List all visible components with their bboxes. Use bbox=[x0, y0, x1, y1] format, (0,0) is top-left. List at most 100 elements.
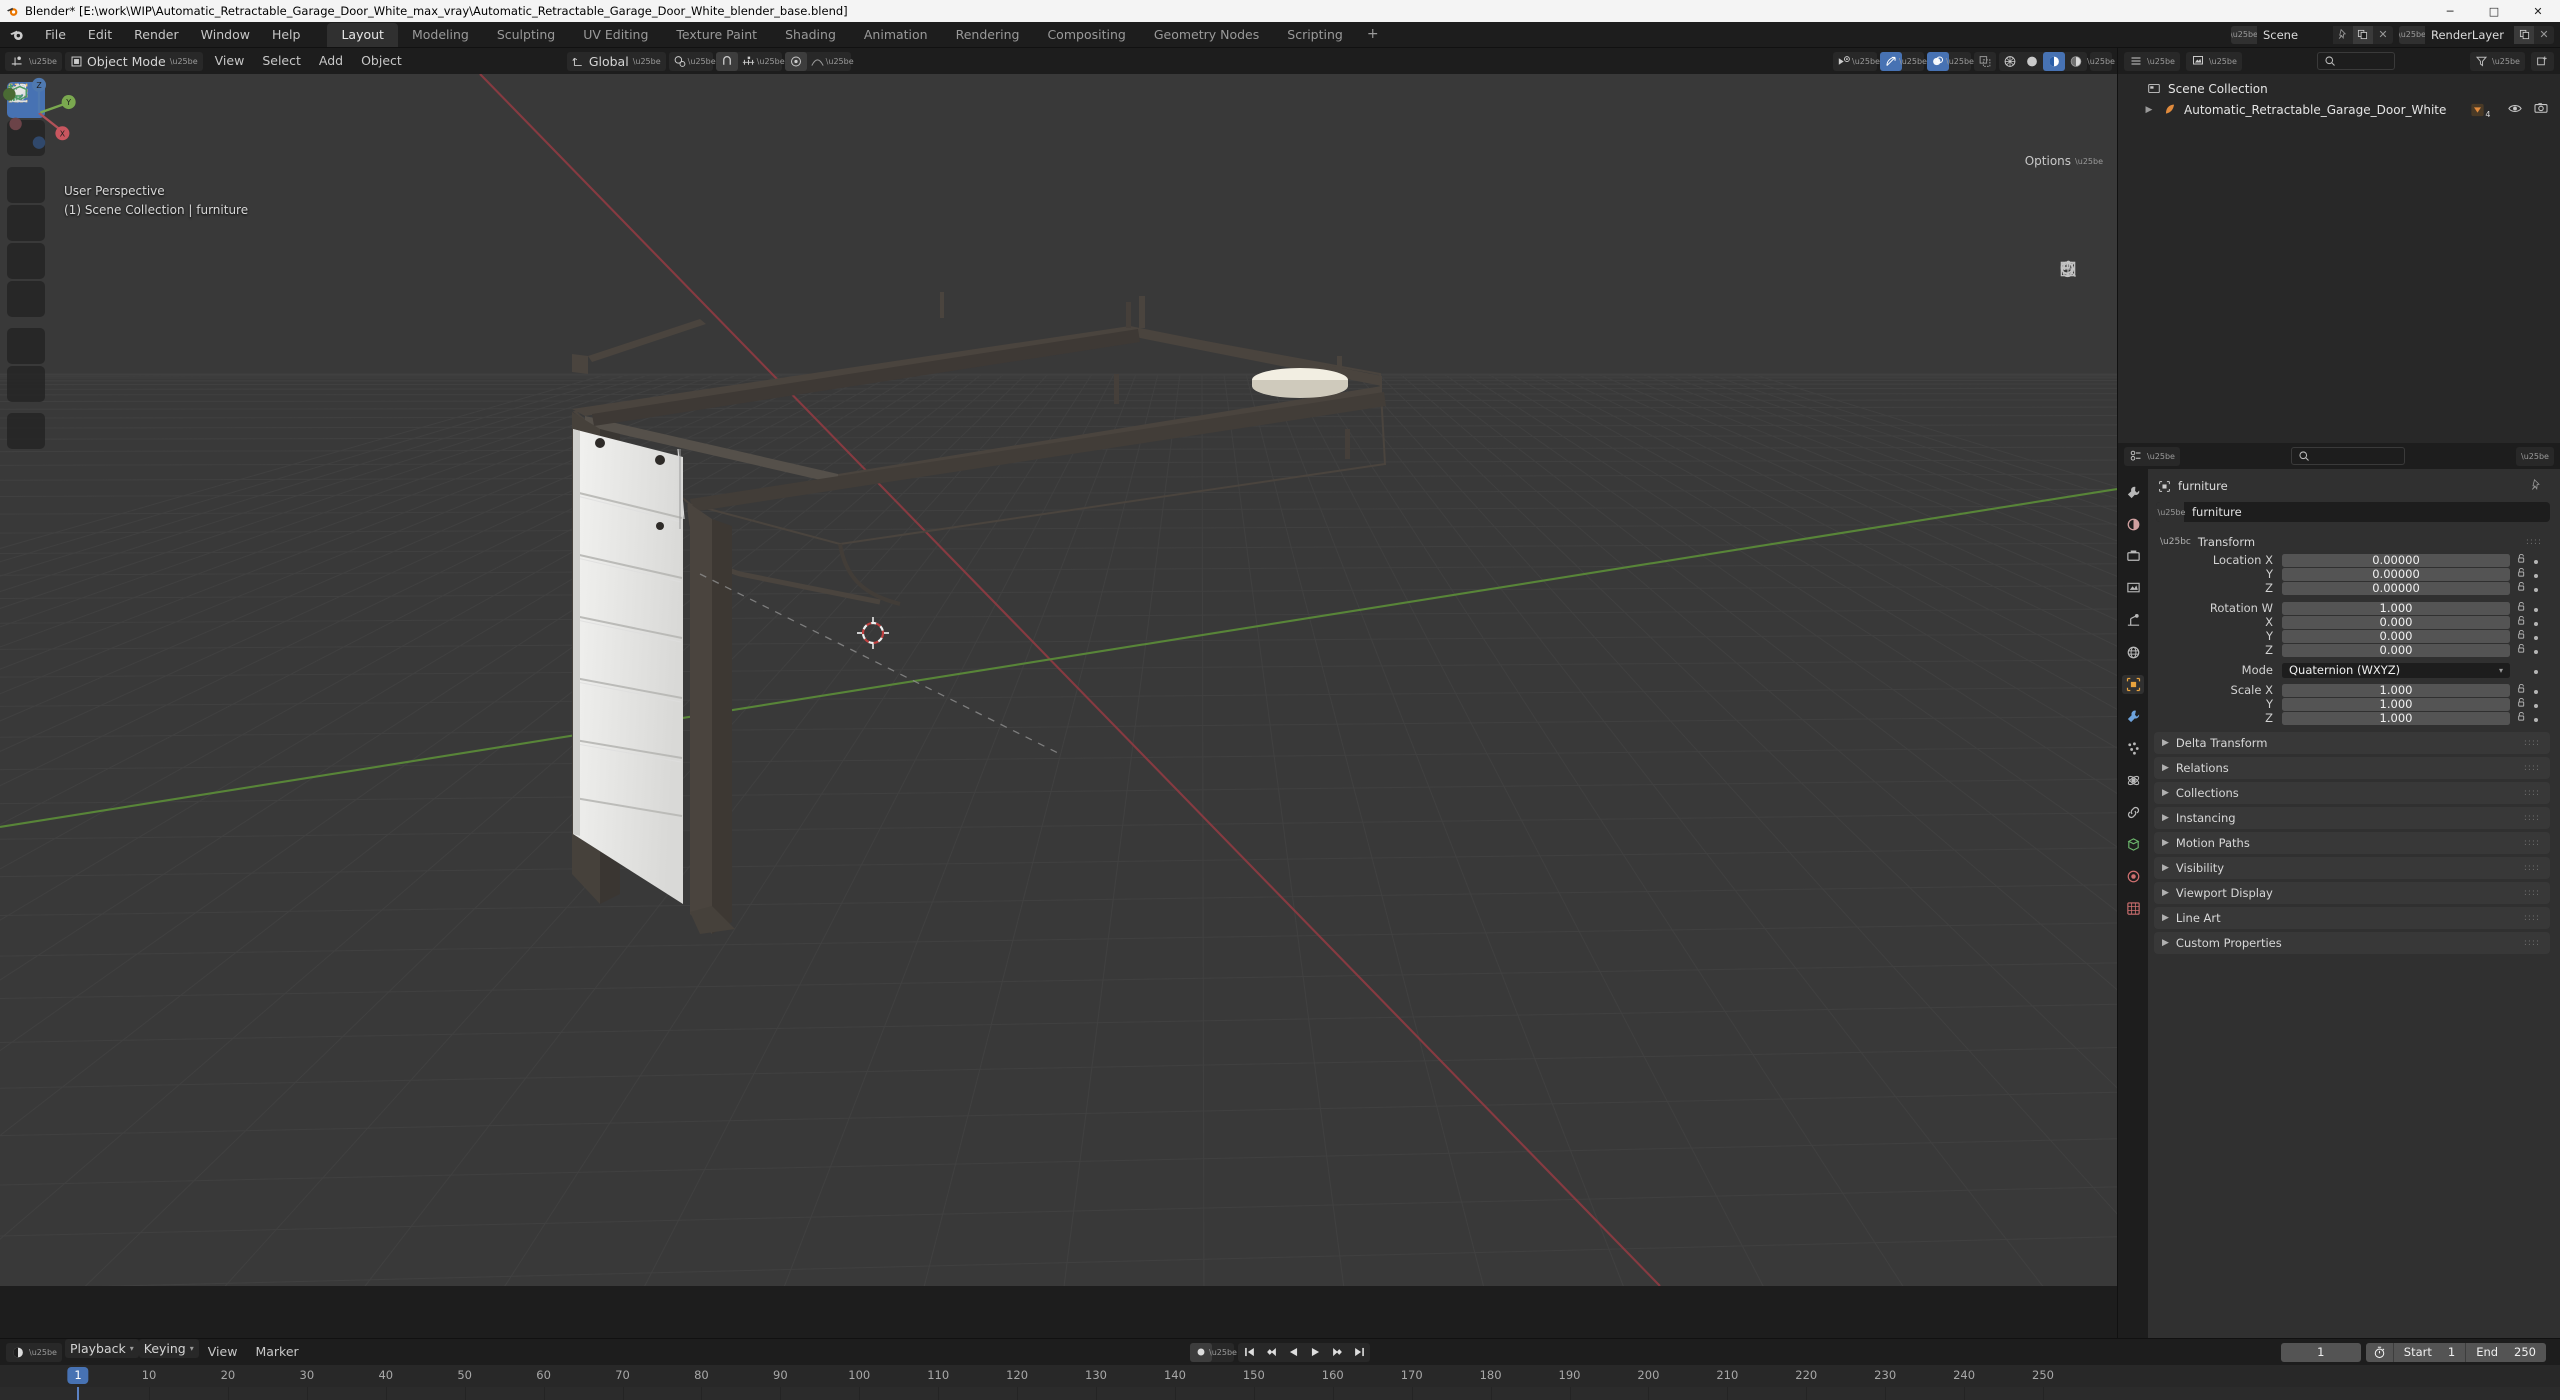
animate-property-icon[interactable] bbox=[2534, 601, 2538, 615]
pin-id-icon[interactable] bbox=[2530, 478, 2542, 494]
workspace-tab-sculpting[interactable]: Sculpting bbox=[483, 23, 569, 47]
timeline-ruler[interactable]: 10 20 30 40 50 60 70 80 90 100 110 120 130 140 150 160 1… bbox=[0, 1365, 2560, 1387]
viewport-options-popover[interactable]: Options \u25be bbox=[2025, 154, 2103, 168]
navigation-gizmo[interactable]: Z Y X bbox=[0, 74, 78, 152]
menu-edit[interactable]: Edit bbox=[77, 22, 123, 48]
snap-group[interactable]: \u25be bbox=[715, 51, 785, 71]
play-reverse-icon[interactable] bbox=[1282, 1343, 1304, 1362]
animate-property-icon[interactable] bbox=[2534, 581, 2538, 595]
panel-header-motion-paths[interactable]: ▶ Motion Paths:::: bbox=[2154, 831, 2550, 854]
world-tab[interactable] bbox=[2122, 643, 2144, 662]
animate-property-icon[interactable] bbox=[2534, 711, 2538, 725]
timeline-menu-playback[interactable]: Playback ▾ bbox=[64, 1339, 139, 1358]
lock-icon[interactable] bbox=[2516, 567, 2527, 581]
menu-file[interactable]: File bbox=[34, 22, 77, 48]
lock-icon[interactable] bbox=[2516, 683, 2527, 697]
scene-name[interactable]: Scene bbox=[2256, 25, 2333, 44]
editor-type-selector[interactable]: \u25be bbox=[5, 51, 62, 71]
view-layer-name[interactable]: RenderLayer bbox=[2424, 25, 2514, 44]
measure-tool[interactable] bbox=[7, 84, 45, 402]
start-frame-field[interactable]: Start 1 bbox=[2394, 1343, 2465, 1362]
transform-panel-header[interactable]: \u25bc Transform :::: bbox=[2152, 531, 2552, 553]
proportional-edit-icon[interactable] bbox=[784, 51, 807, 71]
outliner-search-input[interactable] bbox=[2317, 52, 2395, 70]
transform-tool[interactable] bbox=[7, 84, 45, 317]
constraints-tab[interactable] bbox=[2122, 803, 2144, 822]
jump-to-end-icon[interactable] bbox=[1348, 1343, 1370, 1362]
output-tab[interactable] bbox=[2122, 547, 2144, 566]
properties-search-input[interactable] bbox=[2291, 447, 2405, 465]
end-frame-field[interactable]: End 250 bbox=[2466, 1343, 2546, 1362]
lock-icon[interactable] bbox=[2516, 615, 2527, 629]
keying-chevron-icon[interactable]: \u25be bbox=[1209, 1343, 1237, 1362]
workspace-tab-animation[interactable]: Animation bbox=[850, 23, 942, 47]
scale-tool[interactable] bbox=[7, 84, 45, 279]
shading-mode-rendered[interactable] bbox=[2065, 52, 2087, 71]
render-tab[interactable] bbox=[2122, 515, 2144, 534]
viewport-menu-add[interactable]: Add bbox=[310, 48, 352, 74]
playhead-frame-label[interactable]: 1 bbox=[67, 1367, 89, 1384]
pivot-chevron-icon[interactable]: \u25be bbox=[688, 52, 716, 71]
menu-render[interactable]: Render bbox=[123, 22, 190, 48]
playback-buttons[interactable] bbox=[1238, 1342, 1370, 1362]
panel-header-viewport-display[interactable]: ▶ Viewport Display:::: bbox=[2154, 881, 2550, 904]
transform-value-field[interactable]: 1.000 bbox=[2282, 711, 2510, 725]
transform-value-field[interactable]: 0.000 bbox=[2282, 643, 2510, 657]
animate-property-icon[interactable] bbox=[2534, 683, 2538, 697]
object-data-tab[interactable] bbox=[2122, 835, 2144, 854]
3d-viewport[interactable]: User Perspective (1) Scene Collection | … bbox=[0, 74, 2117, 1286]
viewport-menu-select[interactable]: Select bbox=[253, 48, 310, 74]
viewport-menu-object[interactable]: Object bbox=[352, 48, 411, 74]
properties-options-button[interactable]: \u25be bbox=[2516, 446, 2554, 466]
lock-icon[interactable] bbox=[2516, 711, 2527, 725]
frame-range-fields[interactable]: Start 1 End 250 bbox=[2365, 1342, 2546, 1362]
transform-value-field[interactable]: 0.000 bbox=[2282, 629, 2510, 643]
panel-header-line-art[interactable]: ▶ Line Art:::: bbox=[2154, 906, 2550, 929]
visibility-group[interactable]: \u25be bbox=[1833, 51, 1880, 71]
workspace-tab-modeling[interactable]: Modeling bbox=[398, 23, 483, 47]
playhead[interactable] bbox=[77, 1387, 79, 1400]
workspace-tab-texture-paint[interactable]: Texture Paint bbox=[662, 23, 771, 47]
panel-header-delta-transform[interactable]: ▶ Delta Transform:::: bbox=[2154, 731, 2550, 754]
falloff-chevron-icon[interactable]: \u25be bbox=[826, 52, 854, 71]
particles-tab[interactable] bbox=[2122, 739, 2144, 758]
auto-keying-icon[interactable] bbox=[2366, 1343, 2393, 1362]
minimize-button[interactable]: ─ bbox=[2428, 0, 2472, 22]
jump-to-start-icon[interactable] bbox=[1238, 1343, 1260, 1362]
panel-header-custom-properties[interactable]: ▶ Custom Properties:::: bbox=[2154, 931, 2550, 954]
transform-value-field[interactable]: 0.00000 bbox=[2282, 581, 2510, 595]
workspace-tab-uv-editing[interactable]: UV Editing bbox=[569, 23, 662, 47]
tool-tab[interactable] bbox=[2122, 483, 2144, 502]
outliner-tree[interactable]: Scene Collection ▶ Automatic_Retractable_G… bbox=[2118, 74, 2560, 443]
camera-icon[interactable] bbox=[2058, 261, 2084, 359]
animate-property-icon[interactable] bbox=[2534, 615, 2538, 629]
view-layer-tab[interactable] bbox=[2122, 579, 2144, 598]
animate-property-icon[interactable] bbox=[2534, 697, 2538, 711]
animate-property-icon[interactable] bbox=[2534, 553, 2538, 567]
mesh-data-icon[interactable]: 4 bbox=[2470, 103, 2490, 119]
eye-icon[interactable] bbox=[2508, 103, 2522, 117]
unlink-scene-button[interactable]: ✕ bbox=[2373, 26, 2393, 44]
pin-icon[interactable] bbox=[2333, 26, 2353, 44]
animate-property-icon[interactable] bbox=[2534, 663, 2538, 677]
workspace-tab-scripting[interactable]: Scripting bbox=[1273, 23, 1357, 47]
workspace-tab-layout[interactable]: Layout bbox=[327, 23, 398, 47]
panel-header-relations[interactable]: ▶ Relations:::: bbox=[2154, 756, 2550, 779]
lock-icon[interactable] bbox=[2516, 643, 2527, 657]
close-button[interactable]: ✕ bbox=[2516, 0, 2560, 22]
shading-mode-group[interactable] bbox=[1999, 51, 2087, 71]
object-tab[interactable] bbox=[2122, 675, 2144, 694]
panel-header-instancing[interactable]: ▶ Instancing:::: bbox=[2154, 806, 2550, 829]
transform-value-field[interactable]: 0.000 bbox=[2282, 615, 2510, 629]
workspace-tab-shading[interactable]: Shading bbox=[771, 23, 850, 47]
shading-mode-material-preview[interactable] bbox=[2043, 51, 2065, 71]
remove-view-layer-button[interactable]: ✕ bbox=[2534, 26, 2554, 44]
workspace-tab-compositing[interactable]: Compositing bbox=[1033, 23, 1139, 47]
workspace-tab-rendering[interactable]: Rendering bbox=[942, 23, 1034, 47]
animate-property-icon[interactable] bbox=[2534, 567, 2538, 581]
material-tab[interactable] bbox=[2122, 867, 2144, 886]
timeline-editor-type-icon[interactable]: \u25be bbox=[6, 1342, 62, 1362]
lock-icon[interactable] bbox=[2516, 601, 2527, 615]
gizmo-group[interactable]: \u25be bbox=[1880, 51, 1927, 71]
rotate-tool[interactable] bbox=[7, 85, 45, 241]
